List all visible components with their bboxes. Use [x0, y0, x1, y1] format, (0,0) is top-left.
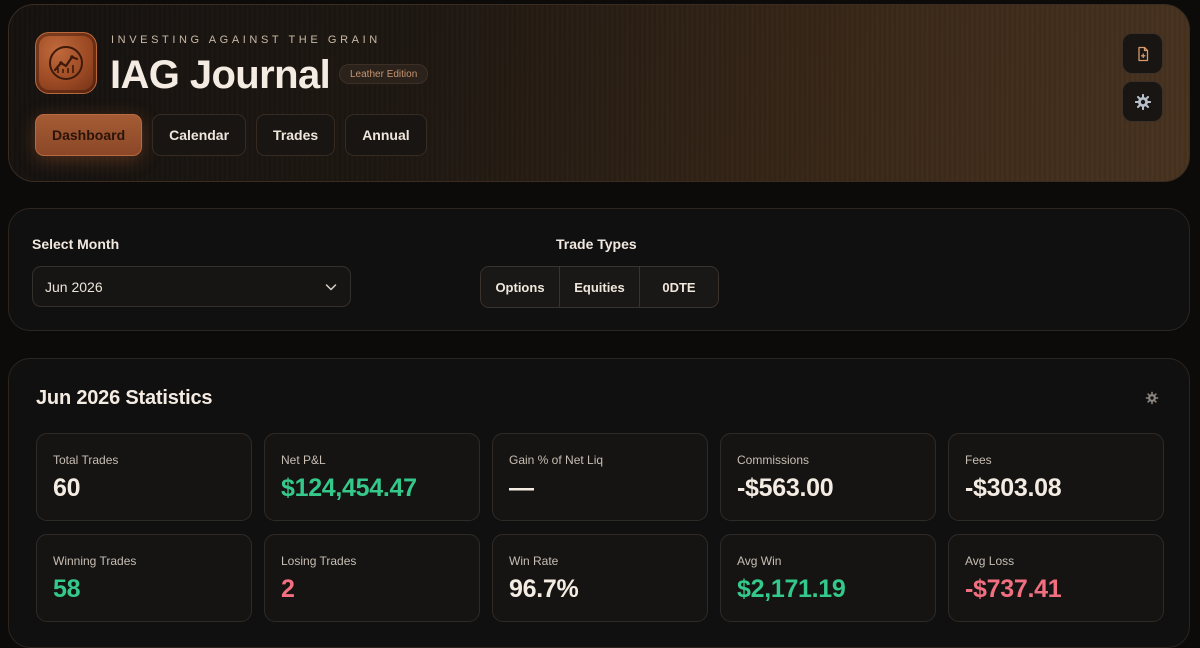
stat-card-win-rate: Win Rate 96.7% [492, 534, 708, 622]
file-plus-icon [1137, 46, 1148, 61]
stat-card-net-pnl: Net P&L $124,454.47 [264, 433, 480, 521]
stat-value: — [509, 474, 534, 502]
stat-label: Avg Loss [965, 554, 1015, 568]
stat-label: Total Trades [53, 453, 119, 467]
stat-value: 2 [281, 575, 295, 603]
app-title: IAG Journal [110, 53, 331, 97]
select-month-label: Select Month [32, 236, 120, 252]
stat-label: Gain % of Net Liq [509, 453, 604, 467]
app-tagline: INVESTING AGAINST THE GRAIN [111, 34, 381, 46]
trade-types-label: Trade Types [556, 236, 637, 252]
trade-type-options[interactable]: Options [481, 267, 560, 307]
stat-card-losing-trades: Losing Trades 2 [264, 534, 480, 622]
stat-card-avg-win: Avg Win $2,171.19 [720, 534, 936, 622]
stat-value: -$303.08 [965, 474, 1062, 502]
gear-icon [1134, 93, 1151, 110]
stat-value: -$737.41 [965, 575, 1062, 603]
statistics-title: Jun 2026 Statistics [36, 387, 213, 409]
stat-value: $124,454.47 [281, 474, 417, 502]
month-select[interactable]: Jun 2026 [32, 266, 351, 307]
stat-value: -$563.00 [737, 474, 834, 502]
edition-badge: Leather Edition [339, 64, 429, 84]
tab-calendar[interactable]: Calendar [152, 114, 247, 156]
stat-card-fees: Fees -$303.08 [948, 433, 1164, 521]
stat-value: $2,171.19 [737, 575, 846, 603]
stat-label: Net P&L [281, 453, 326, 467]
app-header: INVESTING AGAINST THE GRAIN IAG Journal … [8, 4, 1190, 182]
stat-value: 96.7% [509, 575, 579, 603]
stat-card-total-trades: Total Trades 60 [36, 433, 252, 521]
trade-type-0dte[interactable]: 0DTE [640, 267, 718, 307]
chart-line-icon [49, 46, 83, 80]
settings-button[interactable] [1122, 81, 1163, 122]
new-file-button[interactable] [1122, 33, 1163, 74]
statistics-panel: Jun 2026 Statistics Total Trades 60 Net … [8, 358, 1190, 648]
stat-card-gain-pct: Gain % of Net Liq — [492, 433, 708, 521]
gear-icon[interactable] [1145, 391, 1159, 405]
filter-panel: Select Month Jun 2026 Trade Types Option… [8, 208, 1190, 331]
chevron-down-icon [325, 283, 337, 290]
tab-annual[interactable]: Annual [345, 114, 427, 156]
stat-value: 58 [53, 575, 81, 603]
tab-dashboard[interactable]: Dashboard [35, 114, 143, 156]
stat-label: Commissions [737, 453, 810, 467]
main-nav: Dashboard Calendar Trades Annual [35, 114, 427, 156]
stat-label: Win Rate [509, 554, 559, 568]
stat-card-avg-loss: Avg Loss -$737.41 [948, 534, 1164, 622]
stat-card-commissions: Commissions -$563.00 [720, 433, 936, 521]
trade-type-equities[interactable]: Equities [560, 267, 640, 307]
stat-value: 60 [53, 474, 81, 502]
stat-label: Avg Win [737, 554, 782, 568]
app-logo [35, 32, 97, 94]
stat-label: Losing Trades [281, 554, 357, 568]
trade-types-group: Options Equities 0DTE [480, 266, 719, 308]
stat-label: Winning Trades [53, 554, 137, 568]
tab-trades[interactable]: Trades [256, 114, 336, 156]
month-select-value: Jun 2026 [45, 278, 103, 295]
stat-label: Fees [965, 453, 992, 467]
stat-card-winning-trades: Winning Trades 58 [36, 534, 252, 622]
